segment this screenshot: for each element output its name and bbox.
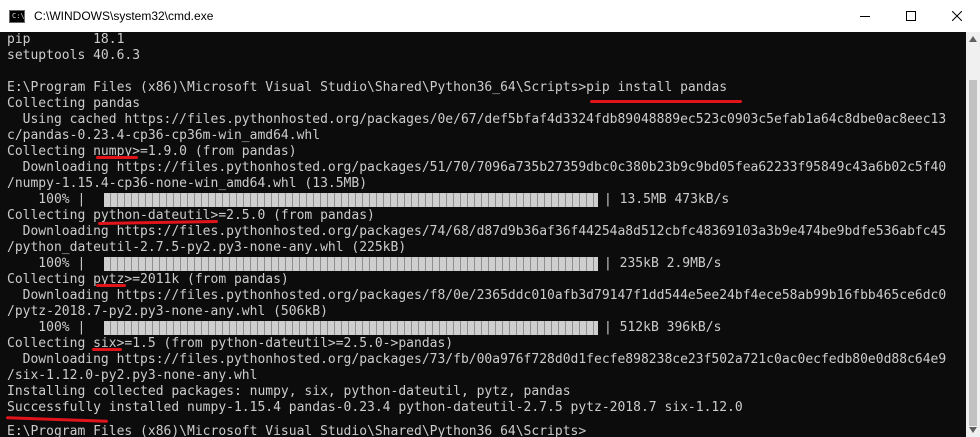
console-output[interactable]: pip 18.1 setuptools 40.6.3 E:\Program Fi… bbox=[0, 32, 966, 437]
scroll-up-arrow-icon[interactable] bbox=[966, 32, 980, 46]
minimize-button[interactable] bbox=[842, 0, 888, 32]
prompt-command-line: E:\Program Files (x86)\Microsoft Visual … bbox=[7, 80, 728, 95]
progress-line: 100% | bbox=[7, 256, 86, 271]
progress-line: 100% | bbox=[7, 320, 86, 335]
console-line: /pytz-2018.7-py2.py3-none-any.whl (506kB… bbox=[7, 304, 328, 319]
success-line: Successfully installed numpy-1.15.4 pand… bbox=[7, 400, 743, 415]
progress-stats: | 13.5MB 473kB/s bbox=[604, 192, 730, 207]
maximize-icon bbox=[906, 11, 916, 21]
close-button[interactable] bbox=[934, 0, 980, 32]
minimize-icon bbox=[860, 16, 870, 17]
scrollbar-thumb[interactable] bbox=[969, 80, 977, 426]
annotation-underline-pytz bbox=[96, 284, 126, 287]
console-line: pip 18.1 bbox=[7, 32, 125, 47]
close-icon bbox=[952, 11, 962, 21]
cmd-app-icon[interactable]: C:\ bbox=[9, 9, 25, 23]
cmd-window: C:\ C:\WINDOWS\system32\cmd.exe pip 18.1… bbox=[0, 0, 980, 437]
progress-bar-numpy bbox=[104, 193, 598, 207]
console-line: Downloading https://files.pythonhosted.o… bbox=[7, 352, 947, 367]
window-title: C:\WINDOWS\system32\cmd.exe bbox=[34, 9, 214, 23]
progress-bar-python-dateutil bbox=[104, 257, 598, 271]
progress-bar-pytz bbox=[104, 321, 598, 335]
console-line: Collecting pandas bbox=[7, 96, 141, 111]
console-line: Downloading https://files.pythonhosted.o… bbox=[7, 224, 947, 239]
console-line: Collecting pytz>=2011k (from pandas) bbox=[7, 272, 289, 287]
scroll-down-arrow-icon[interactable] bbox=[966, 423, 980, 437]
console-line: c/pandas-0.23.4-cp36-cp36m-win_amd64.whl bbox=[7, 128, 321, 143]
annotation-underline-numpy bbox=[96, 156, 138, 159]
console-line: Collecting numpy>=1.9.0 (from pandas) bbox=[7, 144, 297, 159]
console-line: /python_dateutil-2.7.5-py2.py3-none-any.… bbox=[7, 240, 407, 255]
progress-line: 100% | bbox=[7, 192, 86, 207]
title-bar[interactable]: C:\ C:\WINDOWS\system32\cmd.exe bbox=[0, 0, 980, 32]
console-line: /numpy-1.15.4-cp36-none-win_amd64.whl (1… bbox=[7, 176, 368, 191]
console-line: Using cached https://files.pythonhosted.… bbox=[7, 112, 947, 127]
annotation-underline-successfully bbox=[5, 416, 109, 423]
annotation-underline-pip-install bbox=[590, 100, 742, 103]
console-line: E:\Program Files (x86)\Microsoft Visual … bbox=[7, 424, 594, 437]
console-line: setuptools 40.6.3 bbox=[7, 48, 141, 63]
console-line: Downloading https://files.pythonhosted.o… bbox=[7, 160, 947, 175]
maximize-button[interactable] bbox=[888, 0, 934, 32]
console-line: /six-1.12.0-py2.py3-none-any.whl bbox=[7, 368, 258, 383]
console-line: Collecting six>=1.5 (from python-dateuti… bbox=[7, 336, 454, 351]
console-line: Downloading https://files.pythonhosted.o… bbox=[7, 288, 947, 303]
progress-stats: | 512kB 396kB/s bbox=[604, 320, 722, 335]
progress-stats: | 235kB 2.9MB/s bbox=[604, 256, 722, 271]
vertical-scrollbar[interactable] bbox=[966, 32, 980, 437]
annotation-underline-six bbox=[92, 348, 122, 351]
console-line: Installing collected packages: numpy, si… bbox=[7, 384, 571, 399]
